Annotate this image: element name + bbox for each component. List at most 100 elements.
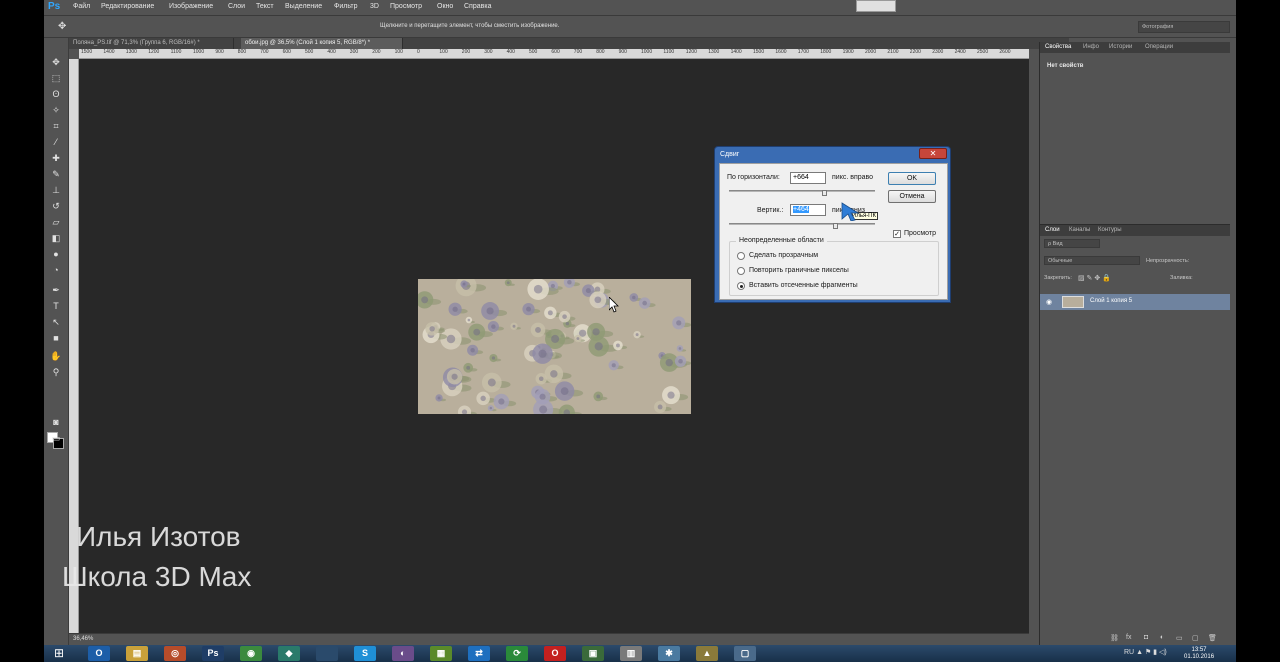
layer-row[interactable]: ◉ Слой 1 копия 5 — [1040, 294, 1230, 310]
preview-checkbox[interactable]: ✓ — [893, 230, 901, 238]
dialog-body: По горизонтали: +664 пикс. вправо Вертик… — [719, 163, 948, 300]
ruler-tick: 1400 — [103, 49, 115, 55]
zoom-readout[interactable]: 36,46% — [73, 636, 93, 642]
eyedropper-icon[interactable]: ⁄ — [49, 136, 63, 148]
hand-icon[interactable]: ✋ — [49, 350, 63, 362]
quick-mask-icon[interactable]: ◙ — [49, 416, 63, 428]
crop-icon[interactable]: ⌗ — [49, 120, 63, 132]
start-button[interactable]: ⊞ — [46, 645, 72, 662]
mask-icon[interactable]: ◘ — [1144, 634, 1148, 641]
horizontal-label: По горизонтали: — [727, 174, 780, 181]
teamviewer-icon[interactable]: ⇄ — [468, 646, 490, 661]
gradient-icon[interactable]: ◧ — [49, 232, 63, 244]
path-select-icon[interactable]: ↖ — [49, 316, 63, 328]
doc-icon[interactable]: ▥ — [620, 646, 642, 661]
lasso-icon[interactable]: ʘ — [49, 88, 63, 100]
tab-oboi[interactable]: обои.jpg @ 36,5% (Слой 1 копия 5, RGB/8*… — [241, 38, 403, 49]
fx-icon[interactable]: fx — [1126, 634, 1131, 641]
skype-icon[interactable]: S — [354, 646, 376, 661]
cancel-button[interactable]: Отмена — [888, 190, 936, 203]
menu-item-9[interactable]: Окно — [437, 3, 453, 10]
pen-icon[interactable]: ✒ — [49, 284, 63, 296]
ruler-tick: 1700 — [797, 49, 809, 55]
books-icon[interactable]: ▦ — [430, 646, 452, 661]
menu-item-4[interactable]: Текст — [256, 3, 274, 10]
menu-item-5[interactable]: Выделение — [285, 3, 322, 10]
move-tool-icon[interactable]: ✥ — [58, 21, 66, 32]
radio-transparent[interactable] — [737, 252, 745, 260]
dodge-icon[interactable]: ◔ — [49, 264, 63, 276]
document-image[interactable] — [418, 279, 691, 414]
vertical-slider[interactable] — [729, 223, 875, 229]
brush-icon[interactable]: ✎ — [49, 168, 63, 180]
tab-actions[interactable]: Операции — [1145, 44, 1173, 50]
ruler-tick: 1500 — [753, 49, 765, 55]
tab-properties[interactable]: Свойства — [1045, 44, 1071, 50]
zoom-icon[interactable]: ⚲ — [49, 366, 63, 378]
chrome-icon[interactable]: ◉ — [240, 646, 262, 661]
menu-item-1[interactable]: Редактирование — [101, 3, 154, 10]
menu-item-2[interactable]: Изображение — [169, 3, 213, 10]
lock-icons[interactable]: ▨ ✎ ✥ 🔒 — [1078, 274, 1111, 282]
media-icon[interactable]: ◐ — [392, 646, 414, 661]
archicad-icon[interactable]: ▲ — [696, 646, 718, 661]
outlook-icon[interactable]: O — [88, 646, 110, 661]
eraser-icon[interactable]: ▱ — [49, 216, 63, 228]
clock[interactable]: 13:57 01.10.2016 — [1184, 647, 1214, 661]
horizontal-input[interactable]: +664 — [790, 172, 826, 184]
radio-repeat-edge[interactable] — [737, 267, 745, 275]
sync-icon[interactable]: ⟳ — [506, 646, 528, 661]
magic-wand-icon[interactable]: ✧ — [49, 104, 63, 116]
ruler-tick: 1100 — [663, 49, 675, 55]
tab-layers[interactable]: Слои — [1045, 227, 1060, 233]
tab-paths[interactable]: Контуры — [1098, 227, 1122, 233]
folder-icon[interactable]: ▭ — [1176, 634, 1183, 642]
system-tray[interactable]: RU ▲ ⚑ ▮ ◁) — [1124, 648, 1167, 656]
tab-channels[interactable]: Каналы — [1069, 227, 1090, 233]
history-brush-icon[interactable]: ↺ — [49, 200, 63, 212]
trash-icon[interactable]: 🗑 — [1208, 634, 1217, 642]
layer-filter-select[interactable]: ρ Вид — [1044, 239, 1100, 248]
menu-item-10[interactable]: Справка — [464, 3, 491, 10]
new-layer-icon[interactable]: ▢ — [1192, 634, 1199, 642]
dialog-close-button[interactable]: ✕ — [919, 148, 947, 159]
workspace-select[interactable]: Фотография — [1138, 21, 1230, 33]
window-icon[interactable]: ▢ — [734, 646, 756, 661]
tab-polyana[interactable]: Поляна_PS.tif @ 71,3% (Группа 6, RGB/16#… — [69, 38, 234, 49]
ok-button[interactable]: OK — [888, 172, 936, 185]
monitor-icon[interactable]: ▣ — [582, 646, 604, 661]
tools-icon[interactable]: ✱ — [658, 646, 680, 661]
tab-history[interactable]: Истории — [1109, 44, 1132, 50]
app-green-icon[interactable]: ◆ — [278, 646, 300, 661]
horizontal-slider-thumb[interactable] — [822, 190, 828, 196]
rectangle-icon[interactable]: ■ — [49, 332, 63, 344]
healing-brush-icon[interactable]: ✚ — [49, 152, 63, 164]
menu-item-7[interactable]: 3D — [370, 3, 379, 10]
blend-mode-select[interactable]: Обычные — [1044, 256, 1140, 265]
horizontal-slider[interactable] — [729, 190, 875, 196]
chrome-alt-icon[interactable]: ◎ — [164, 646, 186, 661]
photoshop-icon[interactable]: Ps — [202, 646, 224, 661]
blur-icon[interactable]: ● — [49, 248, 63, 260]
menu-item-6[interactable]: Фильтр — [334, 3, 358, 10]
link-icon[interactable]: ⛓ — [1110, 634, 1119, 642]
opera-icon[interactable]: O — [544, 646, 566, 661]
tab-info[interactable]: Инфо — [1083, 44, 1099, 50]
menu-item-8[interactable]: Просмотр — [390, 3, 422, 10]
blank-icon[interactable] — [316, 646, 338, 661]
marquee-icon[interactable]: ⬚ — [49, 72, 63, 84]
window-controls[interactable] — [856, 0, 896, 12]
eye-icon[interactable]: ◉ — [1046, 298, 1052, 306]
clone-stamp-icon[interactable]: ⊥ — [49, 184, 63, 196]
menu-item-0[interactable]: Файл — [73, 3, 90, 10]
adjustment-icon[interactable]: ◐ — [1160, 634, 1164, 641]
radio-wrap-around[interactable] — [737, 282, 745, 290]
type-icon[interactable]: T — [49, 300, 63, 312]
explorer-icon[interactable]: ▤ — [126, 646, 148, 661]
vertical-slider-thumb[interactable] — [832, 223, 838, 229]
ruler-tick: 200 — [461, 49, 471, 55]
menu-item-3[interactable]: Слои — [228, 3, 245, 10]
vertical-input[interactable]: +464 — [790, 204, 826, 216]
move-icon[interactable]: ✥ — [49, 56, 63, 68]
screen-mode-icon[interactable]: ▭ — [49, 432, 63, 444]
